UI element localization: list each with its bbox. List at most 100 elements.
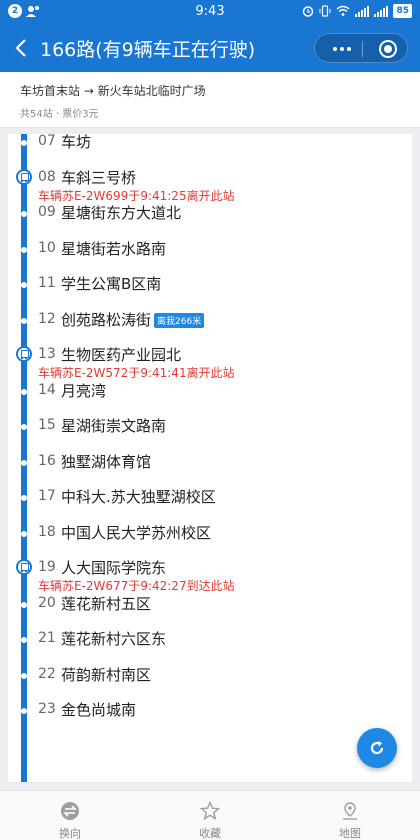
stop-name: 金色尚城南	[61, 699, 136, 720]
stop-dot	[21, 601, 27, 608]
stop-name-text: 人大国际学院东	[61, 559, 167, 577]
stop-number: 11	[38, 275, 56, 291]
tab-map-label: 地图	[339, 827, 361, 840]
stop-name: 生物医药产业园北	[61, 344, 181, 365]
stop-number: 23	[38, 701, 56, 717]
stop-number: 08	[38, 168, 56, 185]
stop-name-text: 中国人民大学苏州校区	[61, 523, 212, 542]
stop-row[interactable]: 23 金色尚城南	[8, 693, 412, 729]
stop-dot	[21, 495, 27, 501]
stop-name: 学生公寓B区南	[61, 273, 161, 294]
stop-row[interactable]: 08 车斜三号桥 车辆苏E-2W699于9:41:25离开此站	[8, 161, 412, 203]
stop-name-text: 创苑路松涛街	[61, 310, 152, 329]
stop-row[interactable]: 16 独墅湖体育馆	[8, 445, 412, 481]
stop-dot	[21, 317, 27, 324]
status-right: 85	[302, 4, 412, 18]
stop-number: 22	[38, 665, 56, 682]
stop-row[interactable]: 07 车坊	[8, 134, 412, 161]
stop-name-text: 金色尚城南	[61, 701, 137, 719]
stop-row[interactable]: 13 生物医药产业园北 车辆苏E-2W572于9:41:41离开此站	[8, 338, 412, 380]
stop-number: 14	[38, 381, 56, 398]
stop-row[interactable]: 15 星湖街崇文路南	[8, 409, 412, 445]
stop-row[interactable]: 21 莲花新村六区东	[8, 622, 412, 658]
stop-row[interactable]: 09 星塘街东方大道北	[8, 196, 412, 232]
stop-number: 16	[38, 452, 56, 469]
stop-dot	[21, 637, 27, 643]
switch-icon	[61, 802, 79, 820]
route-info: 车坊首末站 → 新火车站北临时广场 共54站 · 票价3元	[0, 72, 420, 128]
back-icon[interactable]	[10, 36, 34, 60]
stop-row[interactable]: 12 创苑路松涛街 离我266米	[8, 303, 412, 339]
tab-switch-label: 换向	[59, 827, 81, 840]
star-icon	[200, 801, 220, 821]
stop-dot	[21, 459, 27, 466]
stop-name: 月亮湾	[61, 380, 106, 401]
stop-row[interactable]: 18 中国人民大学苏州校区	[8, 516, 412, 552]
stop-name-text: 独墅湖体育馆	[61, 452, 152, 471]
stop-list[interactable]: 07 车坊 08 车斜三号桥 车辆苏E-2W699于9:41:25离开此站 09 星塘街东方…	[8, 134, 412, 782]
bus-icon	[16, 346, 32, 362]
stop-name: 荷韵新村南区	[61, 664, 151, 685]
stop-number: 17	[38, 488, 56, 504]
tab-map[interactable]: 地图	[280, 791, 420, 840]
stop-name-text: 车斜三号桥	[61, 168, 137, 187]
stop-name-text: 星塘街若水路南	[61, 239, 167, 258]
map-pin-icon	[343, 802, 357, 820]
mini-program-capsule	[314, 33, 408, 63]
battery-level: 85	[393, 4, 412, 18]
stop-dot	[21, 211, 27, 217]
status-bar: 2 9:43 85	[0, 0, 420, 24]
stop-dot	[21, 708, 27, 714]
alarm-icon	[303, 6, 314, 17]
stop-name-text: 星湖街崇文路南	[61, 417, 167, 435]
stop-name: 星湖街崇文路南	[61, 415, 166, 436]
stop-dot	[21, 282, 27, 288]
signal-icon	[355, 6, 370, 17]
stop-number: 09	[38, 204, 56, 220]
stop-dot	[21, 424, 27, 430]
stop-dot	[21, 672, 27, 679]
tab-switch[interactable]: 换向	[0, 791, 140, 840]
stop-row[interactable]: 19 人大国际学院东 车辆苏E-2W677于9:42:27到达此站	[8, 551, 412, 593]
bus-icon	[16, 168, 32, 185]
stop-name: 人大国际学院东	[61, 557, 166, 578]
stop-row[interactable]: 11 学生公寓B区南	[8, 267, 412, 303]
stop-number: 13	[38, 346, 56, 362]
stop-name: 莲花新村六区东	[61, 628, 166, 649]
target-icon[interactable]	[379, 40, 397, 58]
page-title: 166路(有9辆车正在行驶)	[40, 39, 256, 61]
stop-name: 车坊	[61, 134, 91, 152]
stop-number: 18	[38, 523, 56, 540]
more-icon[interactable]	[323, 34, 361, 64]
bus-icon	[16, 559, 32, 575]
stop-row[interactable]: 10 星塘街若水路南	[8, 232, 412, 268]
stop-name-text: 生物医药产业园北	[61, 346, 182, 364]
stop-number: 20	[38, 594, 56, 611]
refresh-icon	[370, 741, 384, 755]
stop-row[interactable]: 20 莲花新村五区	[8, 587, 412, 623]
route-endpoints: 车坊首末站 → 新火车站北临时广场	[20, 84, 206, 98]
stop-name: 莲花新村五区	[61, 593, 151, 614]
stop-name: 中科大.苏大独墅湖校区	[61, 486, 216, 507]
stop-name-text: 莲花新村五区	[61, 594, 152, 613]
stop-name-text: 星塘街东方大道北	[61, 204, 182, 222]
wifi-icon	[337, 5, 350, 16]
stop-name: 车斜三号桥	[61, 167, 136, 188]
stop-number: 07	[38, 134, 56, 149]
stop-row[interactable]: 17 中科大.苏大独墅湖校区	[8, 480, 412, 516]
signal-icon-2	[374, 6, 389, 17]
stop-name: 星塘街若水路南	[61, 238, 166, 259]
refresh-button[interactable]	[357, 728, 397, 768]
route-meta: 共54站 · 票价3元	[20, 109, 99, 120]
stop-name-text: 学生公寓B区南	[61, 275, 162, 293]
stop-row[interactable]: 22 荷韵新村南区	[8, 658, 412, 694]
stop-dot	[21, 140, 27, 146]
tab-favorite[interactable]: 收藏	[140, 791, 280, 840]
tab-favorite-label: 收藏	[199, 827, 221, 840]
stop-name: 中国人民大学苏州校区	[61, 522, 211, 543]
stop-dot	[21, 388, 27, 395]
stop-name: 星塘街东方大道北	[61, 202, 181, 223]
stop-dot	[21, 246, 27, 253]
stop-row[interactable]: 14 月亮湾	[8, 374, 412, 410]
stop-name-text: 荷韵新村南区	[61, 665, 152, 684]
